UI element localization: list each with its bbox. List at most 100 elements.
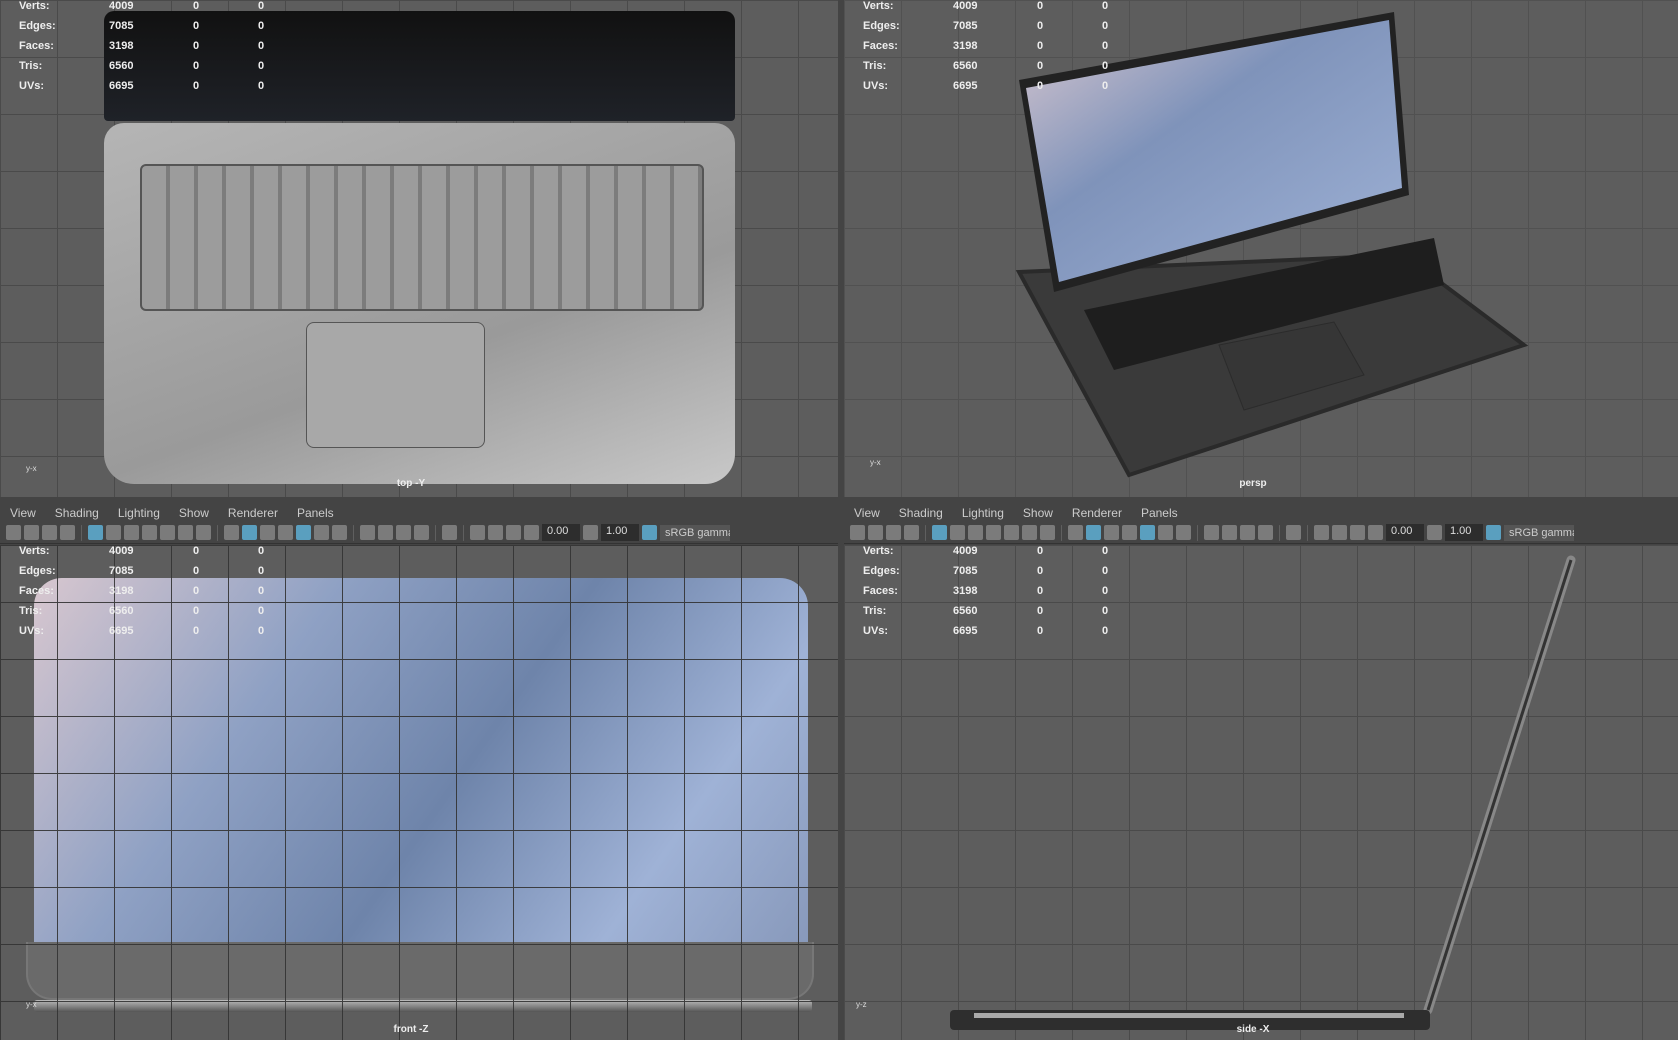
stat-selected: 0 (1037, 625, 1044, 637)
grid-icon[interactable] (88, 525, 103, 540)
stat-row: Edges: 7085 0 0 (19, 565, 299, 585)
viewport-front[interactable]: Verts: 4009 0 0 Edges: 7085 0 0 Faces: 3198 0 0 Tris… (0, 545, 838, 1040)
pane-divider-vertical[interactable] (838, 0, 844, 1040)
smooth-shade-icon[interactable] (242, 525, 257, 540)
bookmark-icon[interactable] (886, 525, 901, 540)
stat-value: 6560 (109, 60, 134, 72)
menu-renderer[interactable]: Renderer (228, 506, 278, 520)
shadows-icon[interactable] (1176, 525, 1191, 540)
color-management-icon[interactable] (642, 525, 657, 540)
backface-icon[interactable] (1350, 525, 1365, 540)
exposure-field[interactable]: 0.00 (542, 524, 580, 541)
default-material-icon[interactable] (1104, 525, 1119, 540)
xray-active-icon[interactable] (1332, 525, 1347, 540)
film-gate-icon[interactable] (950, 525, 965, 540)
stat-value: 3198 (953, 40, 978, 52)
menu-show[interactable]: Show (1023, 506, 1053, 520)
resolution-gate-icon[interactable] (124, 525, 139, 540)
toolbar-separator (925, 524, 926, 541)
exposure-field[interactable]: 0.00 (1386, 524, 1424, 541)
menu-lighting[interactable]: Lighting (118, 506, 160, 520)
gamma-icon (583, 525, 598, 540)
menu-renderer[interactable]: Renderer (1072, 506, 1122, 520)
motion-blur-icon[interactable] (1222, 525, 1237, 540)
stat-value: 3198 (953, 585, 978, 597)
resolution-gate-icon[interactable] (968, 525, 983, 540)
menu-panels[interactable]: Panels (297, 506, 334, 520)
film-gate-icon[interactable] (106, 525, 121, 540)
stat-label: UVs: (863, 80, 889, 92)
stat-label: UVs: (19, 80, 45, 92)
xray-joints-icon[interactable] (470, 525, 485, 540)
stat-row: Verts: 4009 0 0 (863, 545, 1143, 565)
color-space-dropdown[interactable]: sRGB gamma (660, 524, 730, 541)
viewport-persp[interactable]: Verts: 4009 0 0 Edges: 7085 0 0 Faces: 3198 0 0 Tris… (844, 0, 1678, 497)
gamma-field[interactable]: 1.00 (1445, 524, 1483, 541)
gate-mask-icon[interactable] (142, 525, 157, 540)
stat-row: Faces: 3198 0 0 (863, 40, 1143, 60)
lights-icon[interactable] (314, 525, 329, 540)
color-management-icon[interactable] (1486, 525, 1501, 540)
menu-show[interactable]: Show (179, 506, 209, 520)
menu-lighting[interactable]: Lighting (962, 506, 1004, 520)
smooth-shade-icon[interactable] (1086, 525, 1101, 540)
color-space-dropdown[interactable]: sRGB gamma (1504, 524, 1574, 541)
shadows-icon[interactable] (332, 525, 347, 540)
camera-label: top -Y (396, 478, 426, 489)
isolate-select-icon[interactable] (1286, 525, 1301, 540)
lights-icon[interactable] (1158, 525, 1173, 540)
wireframe-on-shaded-icon[interactable] (278, 525, 293, 540)
safe-action-icon[interactable] (1022, 525, 1037, 540)
field-chart-icon[interactable] (160, 525, 175, 540)
camera-attr-icon[interactable] (24, 525, 39, 540)
camera-icon[interactable] (6, 525, 21, 540)
menu-panels[interactable]: Panels (1141, 506, 1178, 520)
gamma-field[interactable]: 1.00 (601, 524, 639, 541)
menu-shading[interactable]: Shading (899, 506, 943, 520)
xray-icon[interactable] (1140, 525, 1155, 540)
menu-view[interactable]: View (10, 506, 36, 520)
gate-mask-icon[interactable] (986, 525, 1001, 540)
motion-blur-icon[interactable] (378, 525, 393, 540)
xray-active-icon[interactable] (488, 525, 503, 540)
viewport-toolbar: 0.00 1.00 sRGB gamma (844, 522, 1678, 544)
stat-value: 4009 (953, 0, 978, 12)
stat-selected-2: 0 (1102, 545, 1109, 557)
menu-view[interactable]: View (854, 506, 880, 520)
toolbar-separator (435, 524, 436, 541)
image-plane-icon[interactable] (60, 525, 75, 540)
stat-selected: 0 (193, 545, 200, 557)
safe-title-icon[interactable] (1040, 525, 1055, 540)
wireframe-icon[interactable] (1068, 525, 1083, 540)
stat-label: Tris: (19, 605, 43, 617)
viewport-side[interactable]: Verts: 4009 0 0 Edges: 7085 0 0 Faces: 3198 0 0 Tris… (844, 545, 1678, 1040)
bookmark-icon[interactable] (42, 525, 57, 540)
viewport-top[interactable]: Verts: 4009 0 0 Edges: 7085 0 0 Faces: 3198 0 0 Tris… (0, 0, 838, 497)
wireframe-icon[interactable] (224, 525, 239, 540)
antialias-icon[interactable] (1240, 525, 1255, 540)
camera-icon[interactable] (850, 525, 865, 540)
safe-action-icon[interactable] (178, 525, 193, 540)
safe-title-icon[interactable] (196, 525, 211, 540)
stat-row: Faces: 3198 0 0 (19, 585, 299, 605)
stat-selected: 0 (1037, 585, 1044, 597)
ambient-occlusion-icon[interactable] (360, 525, 375, 540)
backface-icon[interactable] (506, 525, 521, 540)
antialias-icon[interactable] (396, 525, 411, 540)
stat-row: Tris: 6560 0 0 (19, 605, 299, 625)
depth-of-field-icon[interactable] (414, 525, 429, 540)
depth-of-field-icon[interactable] (1258, 525, 1273, 540)
menu-shading[interactable]: Shading (55, 506, 99, 520)
isolate-select-icon[interactable] (442, 525, 457, 540)
field-chart-icon[interactable] (1004, 525, 1019, 540)
grid-icon[interactable] (932, 525, 947, 540)
camera-attr-icon[interactable] (868, 525, 883, 540)
xray-joints-icon[interactable] (1314, 525, 1329, 540)
default-material-icon[interactable] (260, 525, 275, 540)
image-plane-icon[interactable] (904, 525, 919, 540)
axis-indicator: y-z (856, 1000, 867, 1009)
wireframe-on-shaded-icon[interactable] (1122, 525, 1137, 540)
xray-icon[interactable] (296, 525, 311, 540)
gamma-icon (1427, 525, 1442, 540)
ambient-occlusion-icon[interactable] (1204, 525, 1219, 540)
